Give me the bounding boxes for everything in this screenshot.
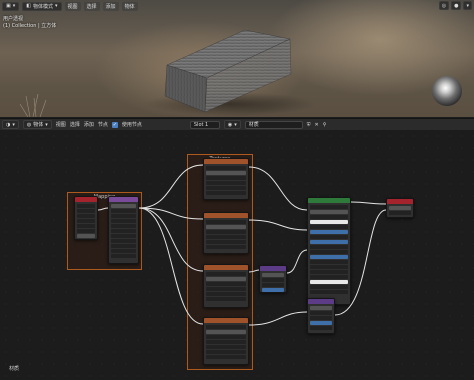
chevron-down-icon: ▾ bbox=[12, 121, 15, 128]
material-name: 材质 bbox=[248, 122, 259, 128]
use-nodes-label: 使用节点 bbox=[121, 122, 142, 128]
slot-select[interactable]: Slot 1 bbox=[189, 120, 220, 129]
link bbox=[334, 209, 387, 316]
use-nodes-checkbox[interactable]: ✓ bbox=[111, 121, 118, 128]
menu-node[interactable]: 节点 bbox=[98, 121, 108, 128]
object-type-select[interactable]: ◍ 物体 ▾ bbox=[22, 120, 52, 129]
menu-view[interactable]: 视图 bbox=[56, 121, 66, 128]
node-editor-icon: ◑ bbox=[6, 121, 11, 128]
sphere-icon: ◍ bbox=[26, 121, 32, 128]
node-links bbox=[97, 164, 387, 326]
unlink-x-icon[interactable]: ✕ bbox=[315, 122, 319, 128]
object-type-label: 物体 bbox=[33, 122, 44, 128]
link bbox=[248, 269, 260, 273]
menu-select[interactable]: 选择 bbox=[70, 121, 80, 128]
menu-add[interactable]: 添加 bbox=[84, 121, 94, 128]
node-editor-type-button[interactable]: ◑ ▾ bbox=[2, 120, 19, 129]
link bbox=[138, 164, 204, 209]
link bbox=[138, 207, 204, 325]
chevron-down-icon: ▾ bbox=[45, 121, 48, 128]
material-name-field[interactable]: 材质 bbox=[244, 120, 303, 129]
link bbox=[97, 207, 109, 211]
link bbox=[248, 311, 308, 326]
node-editor-header: ◑ ▾ ◍ 物体 ▾ 视图 选择 添加 节点 ✓ 使用节点 Slot 1 ◉ ▾ 材质 … bbox=[0, 118, 474, 130]
material-browse-button[interactable]: ◉ ▾ bbox=[223, 120, 241, 129]
link bbox=[286, 249, 308, 274]
pin-icon[interactable]: ⚲ bbox=[323, 122, 327, 128]
chevron-down-icon: ▾ bbox=[234, 121, 237, 128]
node-canvas[interactable]: Mapping Textures bbox=[0, 130, 474, 380]
material-sphere-icon: ◉ bbox=[227, 121, 233, 128]
link bbox=[350, 201, 387, 205]
hdri-preview-sphere bbox=[432, 76, 462, 106]
link bbox=[248, 166, 308, 211]
fake-user-shield-icon[interactable]: ⛨ bbox=[307, 122, 311, 128]
slot-label: Slot 1 bbox=[193, 121, 209, 128]
editor-context-label: 材质 bbox=[9, 366, 20, 372]
wooden-cube-render[interactable] bbox=[0, 0, 474, 117]
3d-viewport[interactable]: ▣ ▾ ◧ 物体模式 ▾ 视图 选择 添加 物体 ◎ ● ▾ 用户透视 (1) Col… bbox=[0, 0, 474, 117]
link bbox=[248, 219, 308, 231]
